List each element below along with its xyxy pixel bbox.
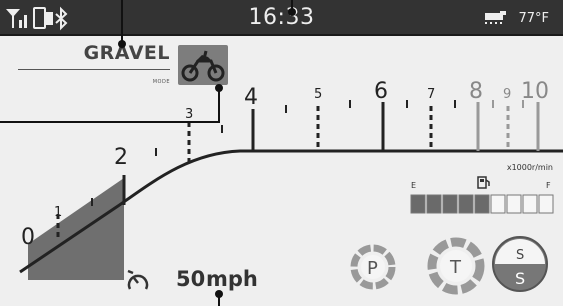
- rpm-major-ticks: [122, 102, 385, 205]
- rpm-label-9: 9: [503, 87, 511, 102]
- traction-mode-label: T: [449, 257, 462, 278]
- rpm-label-2: 2: [114, 145, 128, 170]
- fuel-segment: [410, 194, 426, 214]
- rpm-minor-ticks: [91, 100, 456, 206]
- fuel-segment: [522, 194, 538, 214]
- callout-line: [0, 121, 220, 123]
- fuel-segment: [458, 194, 474, 214]
- rpm-label-5: 5: [314, 87, 322, 102]
- fuel-segment: [442, 194, 458, 214]
- callout-dot: [215, 290, 223, 298]
- traction-control-indicator: T: [427, 237, 485, 295]
- fuel-gauge-bar: [410, 194, 554, 214]
- rpm-label-0: 0: [21, 225, 35, 250]
- power-mode-indicator: P: [350, 244, 396, 290]
- rpm-label-4: 4: [244, 85, 258, 110]
- rpm-label-3: 3: [185, 107, 193, 122]
- fuel-pump-icon: [477, 176, 490, 189]
- callout-dot: [118, 40, 126, 48]
- power-mode-label: P: [367, 258, 378, 279]
- suspension-lower-label: S: [515, 269, 525, 288]
- speedometer-icon: [127, 269, 149, 290]
- fuel-segment: [506, 194, 522, 214]
- rpm-label-10: 10: [521, 79, 549, 104]
- rpm-unit-label: x1000r/min: [506, 163, 553, 172]
- speed-value: 50: [176, 267, 206, 291]
- rpm-label-7: 7: [427, 87, 435, 102]
- callout-dot: [288, 8, 296, 16]
- callout-line: [121, 0, 123, 45]
- callout-dot: [215, 84, 223, 92]
- fuel-segment: [490, 194, 506, 214]
- fuel-full-label: F: [546, 181, 551, 190]
- rpm-label-6: 6: [374, 79, 388, 104]
- suspension-mode-indicator: S S: [492, 236, 548, 292]
- fuel-segment: [538, 194, 554, 214]
- fuel-segment: [474, 194, 490, 214]
- dashboard-screen: 16:33 77°F GRAVEL MODE 0 1 2 3 4 5 6 7 8…: [0, 0, 563, 306]
- tachometer: 0 1 2 3 4 5 6 7 8 9 10 P T S S: [19, 79, 563, 295]
- fuel-segment: [426, 194, 442, 214]
- speed-unit: mph: [206, 267, 258, 291]
- suspension-upper-label: S: [516, 248, 524, 263]
- rpm-label-1: 1: [54, 205, 62, 220]
- rpm-bar-fill: [28, 178, 124, 280]
- fuel-empty-label: E: [411, 181, 417, 190]
- rpm-label-8: 8: [469, 79, 483, 104]
